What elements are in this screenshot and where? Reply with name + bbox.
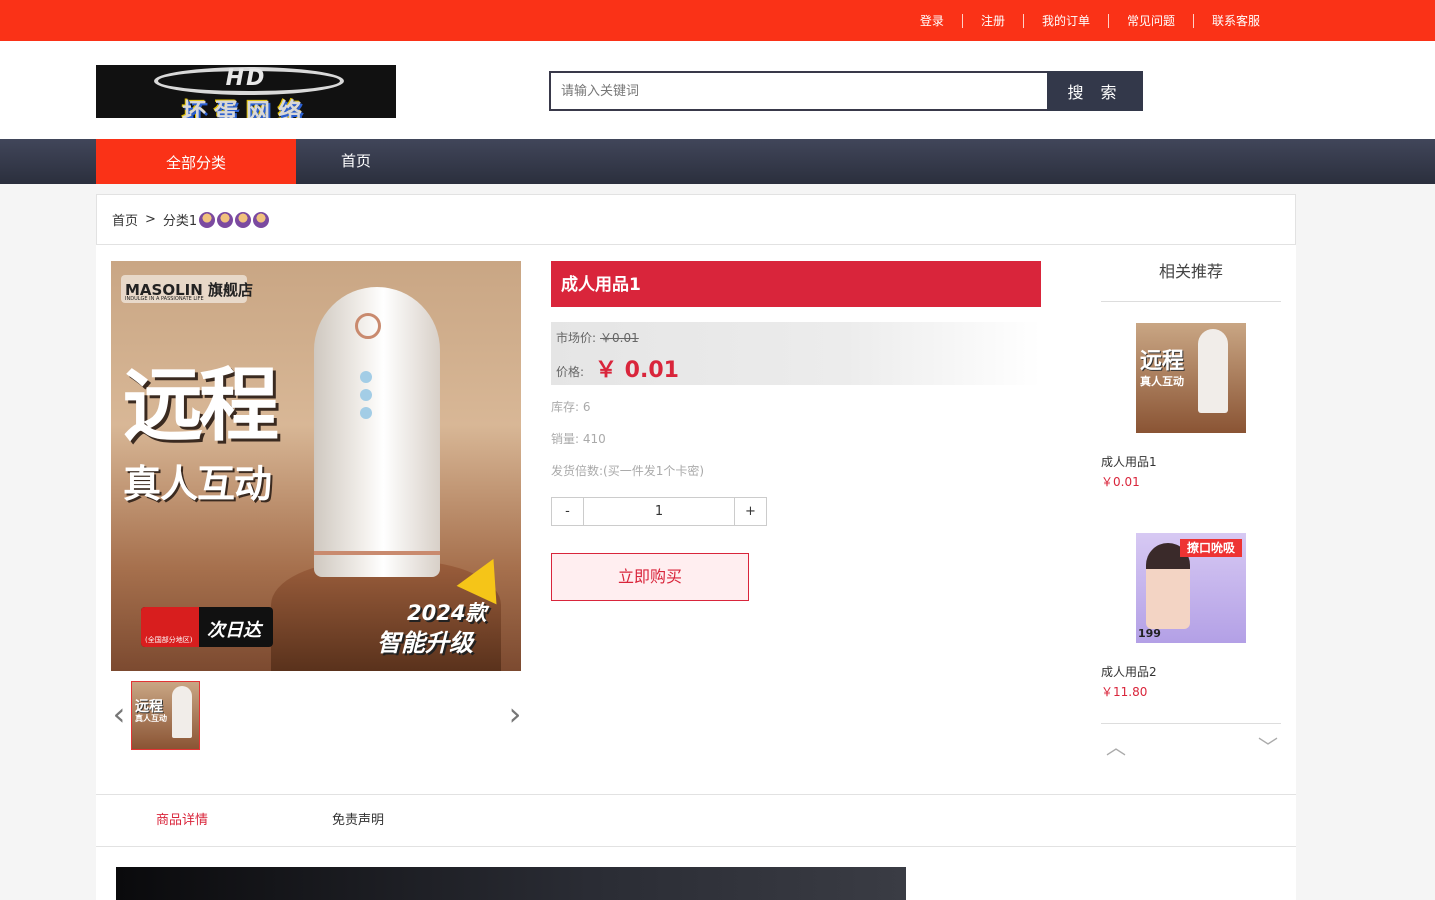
breadcrumb-category[interactable]: 分类1 [163,210,197,229]
detail-tabs: 商品详情 免责声明 [96,794,1296,847]
breadcrumb-home[interactable]: 首页 [112,210,138,229]
power-ring-icon [355,313,381,339]
product-main-image: MASOLIN 旗舰店 INDULGE IN A PASSIONATE LIFE… [111,261,521,671]
image-subline: 真人互动 [123,462,272,506]
login-link[interactable]: 登录 [902,14,962,28]
tab-disclaimer[interactable]: 免责声明 [332,795,384,847]
all-categories-button[interactable]: 全部分类 [96,139,296,184]
top-links: 登录 注册 我的订单 常见问题 联系客服 [902,0,1278,41]
recommend-divider [1101,723,1281,724]
rec-image-headline: 远程 [1140,349,1185,374]
delivery-info: 发货倍数:(买一件发1个卡密) [551,464,705,478]
my-orders-link[interactable]: 我的订单 [1022,13,1108,28]
person-emoji-icon [253,211,270,228]
chevron-up-icon[interactable]: ︿ [1101,737,1131,757]
rec-image-subline: 真人互动 [1140,375,1184,388]
rec-image-badge: 撩口吮吸 [1180,539,1242,557]
quantity-input[interactable]: 1 [583,498,735,525]
person-emoji-icon [199,211,216,228]
market-price-label: 市场价: [556,331,597,345]
detail-content [96,847,1296,900]
recommend-item-image[interactable]: 撩口吮吸 199 [1136,533,1246,643]
thumb-device [172,686,192,738]
related-recommendations: 相关推荐 远程 真人互动 成人用品1 ￥0.01 撩口吮吸 199 成人用品2 … [1101,261,1281,761]
image-device [314,287,440,577]
thumb-subline: 真人互动 [135,714,167,723]
breadcrumb-separator: > [145,212,156,227]
recommend-item-image[interactable]: 远程 真人互动 [1136,323,1246,433]
nav-home-link[interactable]: 首页 [296,139,416,184]
upgrade-text: 智能升级 [377,629,473,657]
delivery-badge: 次日达 (全国部分地区) [141,607,273,647]
device-band [314,551,440,555]
recommend-item-name[interactable]: 成人用品1 [1101,453,1157,470]
header: HD 坏蛋网络 搜 索 [0,41,1435,139]
contact-service-link[interactable]: 联系客服 [1192,13,1278,28]
image-store-sub: INDULGE IN A PASSIONATE LIFE [125,296,204,302]
faq-link[interactable]: 常见问题 [1107,13,1193,28]
top-bar: 登录 注册 我的订单 常见问题 联系客服 [0,0,1435,41]
price-box: 市场价: ￥0.01 价格: ￥ 0.01 [551,322,1041,385]
market-price-value: ￥0.01 [600,331,639,345]
device-button-icon [360,389,372,401]
device-button-icon [360,371,372,383]
sales-info: 销量: 410 [551,432,606,446]
delivery-badge-note: (全国部分地区) [145,636,193,644]
image-headline: 远程 [123,359,279,452]
recommend-item-price: ￥11.80 [1101,685,1148,699]
logo-text: 坏蛋网络 [182,98,310,118]
tab-details[interactable]: 商品详情 [156,795,208,847]
breadcrumb: 首页 > 分类1 [96,194,1296,245]
quantity-stepper: - 1 + [551,497,767,526]
chevron-left-icon[interactable]: ‹ [109,698,129,733]
image-store-name: MASOLIN 旗舰店 INDULGE IN A PASSIONATE LIFE [121,275,253,303]
rec-device [1198,329,1228,413]
chevron-right-icon[interactable]: › [505,698,525,733]
search-bar: 搜 索 [549,71,1143,111]
recommend-item-price: ￥0.01 [1101,475,1140,489]
thumbnail-strip: ‹ 远程 真人互动 › [111,681,521,751]
quantity-minus-button[interactable]: - [552,498,583,525]
detail-image [116,867,906,900]
price-label: 价格: [556,365,585,379]
logo-emblem-text: HD [225,66,267,91]
person-emoji-icon [235,211,252,228]
main-nav: 全部分类 首页 [0,139,1435,184]
device-button-icon [360,407,372,419]
site-logo[interactable]: HD 坏蛋网络 [96,65,396,118]
search-input[interactable] [549,71,1047,111]
chevron-down-icon[interactable]: ﹀ [1253,737,1283,757]
product-panel: MASOLIN 旗舰店 INDULGE IN A PASSIONATE LIFE… [96,245,1296,794]
price-value: ￥ 0.01 [595,358,679,383]
quantity-plus-button[interactable]: + [735,498,766,525]
recommend-title: 相关推荐 [1101,261,1281,302]
rec-image-price: 199 [1138,627,1161,640]
person-emoji-icon [217,211,234,228]
recommend-item-name[interactable]: 成人用品2 [1101,663,1157,680]
thumbnail-item[interactable]: 远程 真人互动 [131,681,200,750]
stock-info: 库存: 6 [551,400,591,414]
market-price: 市场价: ￥0.01 [556,329,639,346]
register-link[interactable]: 注册 [961,13,1023,28]
search-button[interactable]: 搜 索 [1047,71,1143,111]
product-title: 成人用品1 [551,261,1041,307]
delivery-badge-text: 次日达 [207,620,261,641]
buy-now-button[interactable]: 立即购买 [551,553,749,601]
